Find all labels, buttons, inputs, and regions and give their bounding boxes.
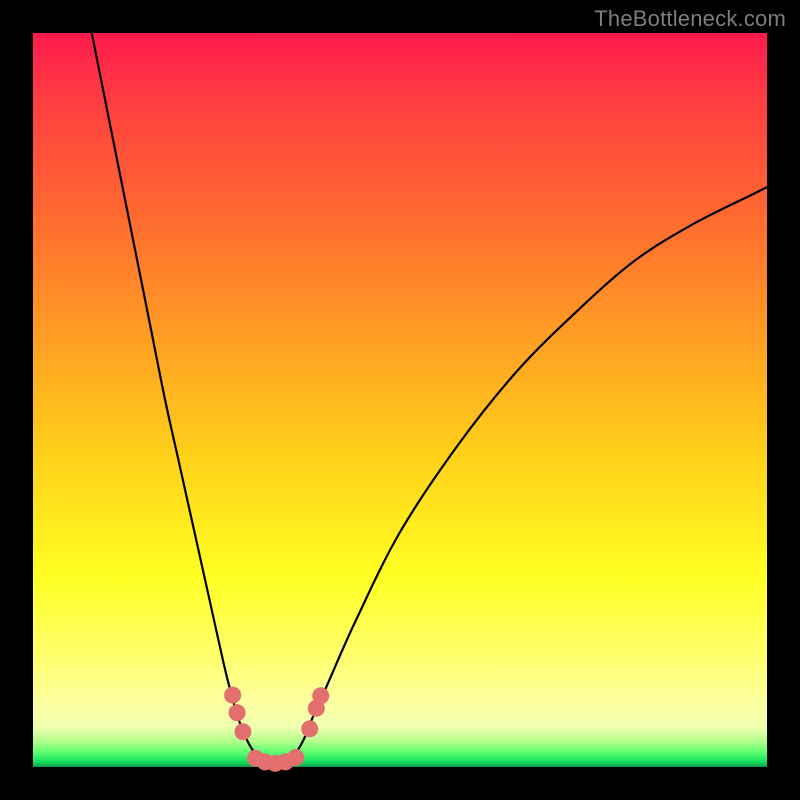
watermark-text: TheBottleneck.com xyxy=(594,6,786,32)
marker-dot xyxy=(301,720,318,737)
marker-dot xyxy=(234,723,251,740)
marker-dot xyxy=(229,704,246,721)
chart-frame: TheBottleneck.com xyxy=(0,0,800,800)
right-branch-curve xyxy=(253,187,767,764)
left-branch-curve xyxy=(92,33,298,764)
marker-dot xyxy=(287,749,304,766)
marker-dot xyxy=(312,687,329,704)
curve-layer xyxy=(33,33,767,767)
valley-markers xyxy=(224,687,329,772)
marker-dot xyxy=(224,687,241,704)
